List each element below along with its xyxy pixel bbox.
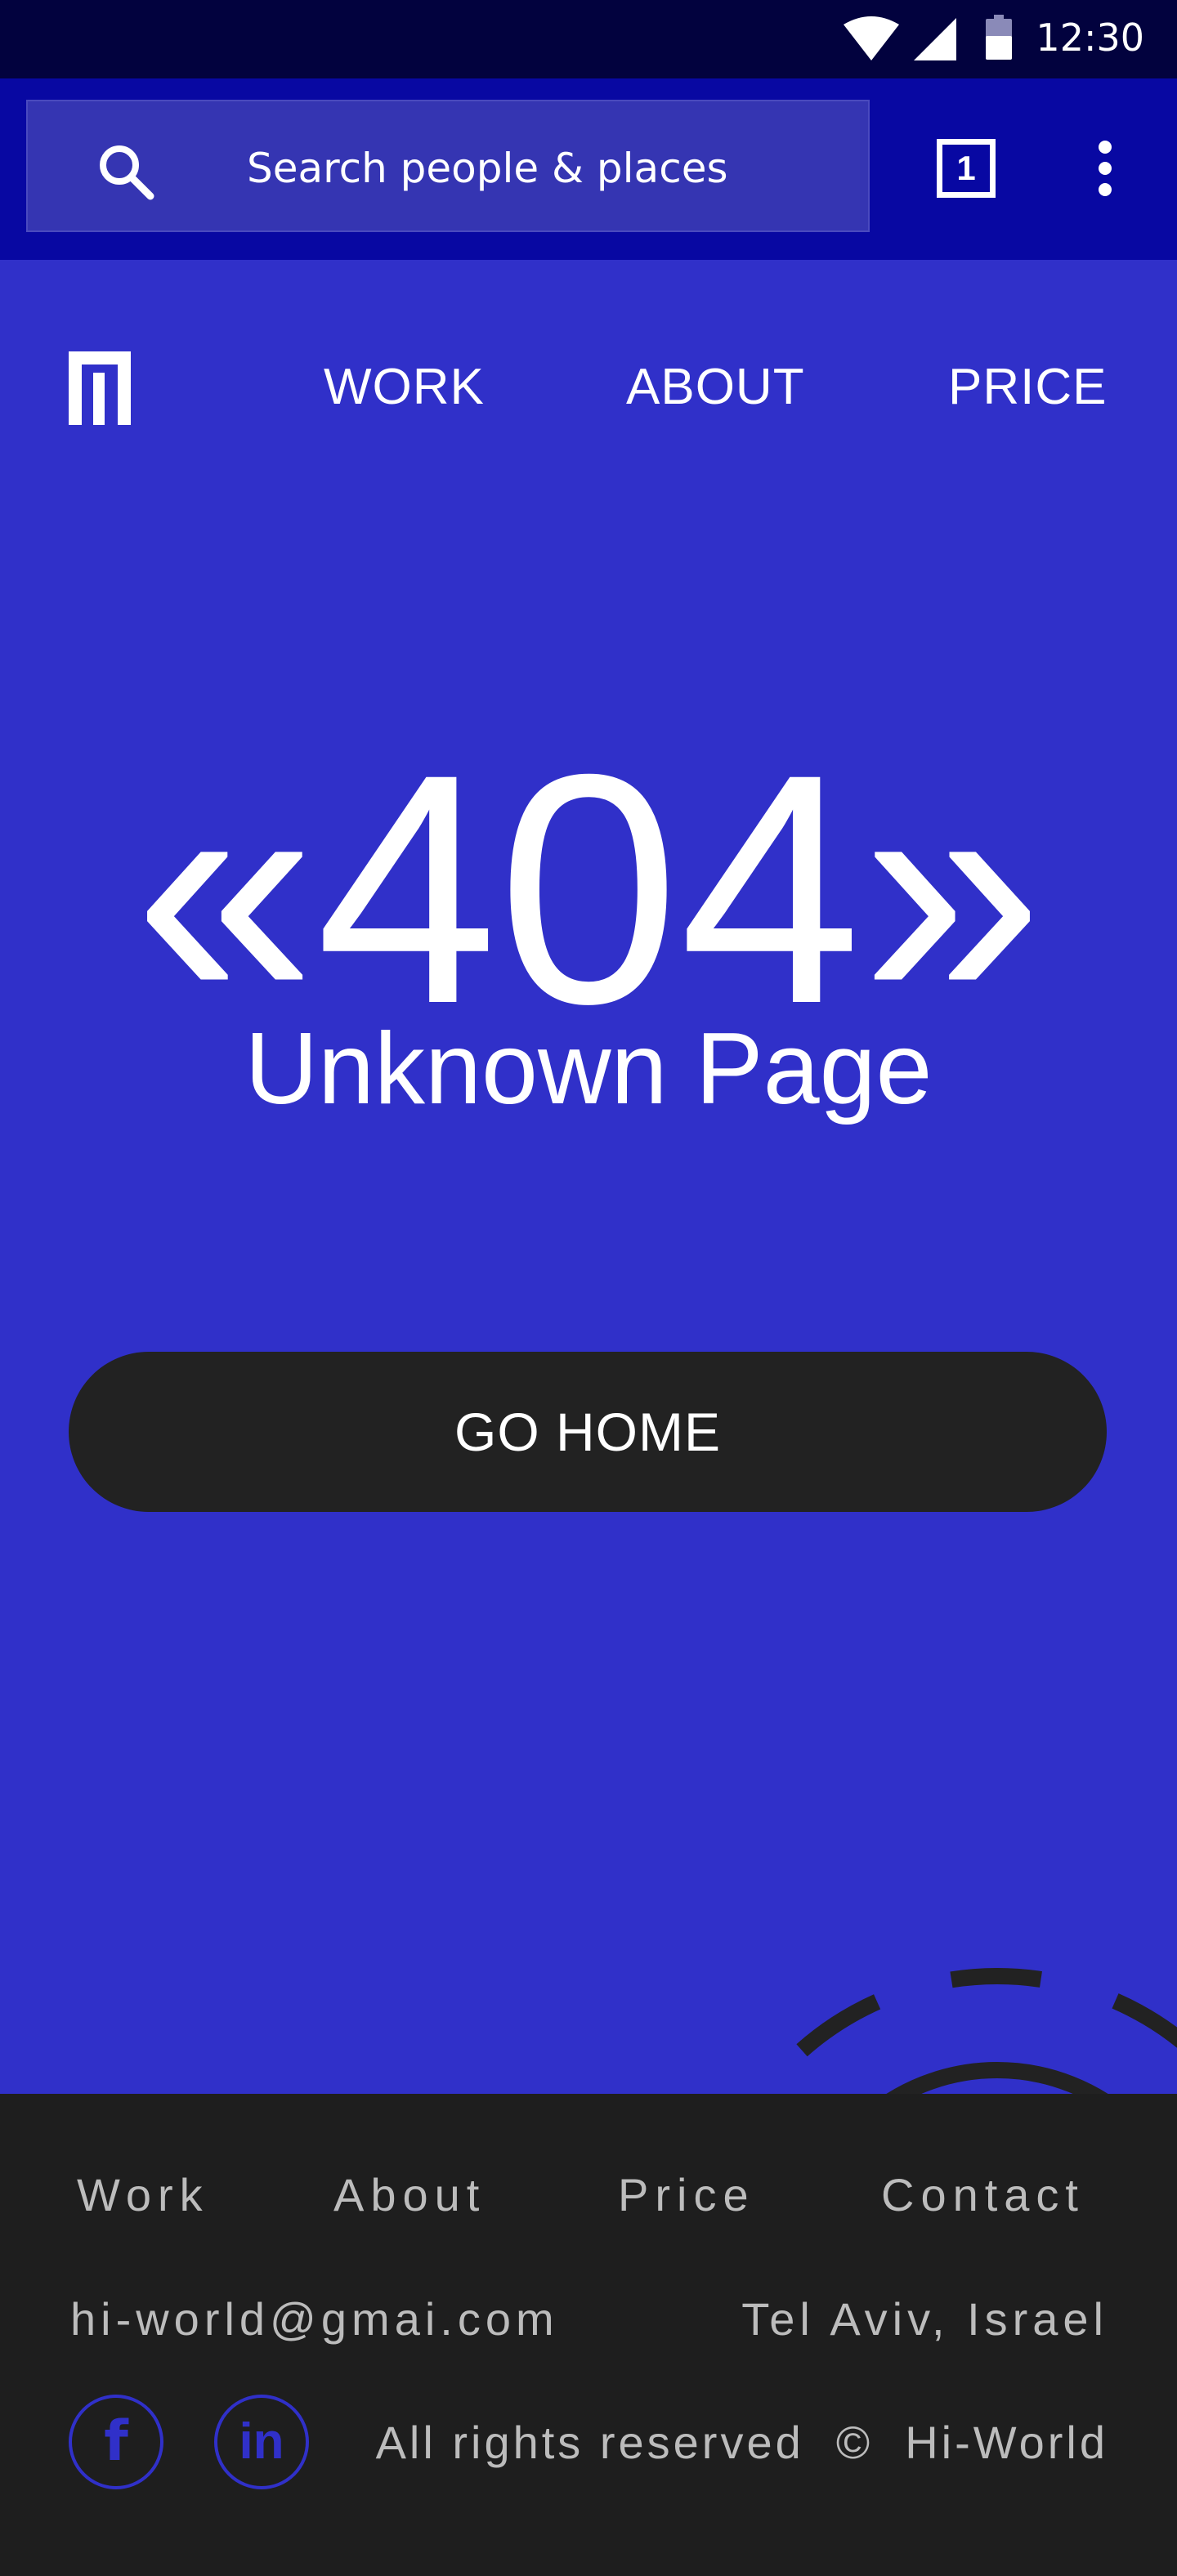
tabs-icon[interactable]: 1 [937,139,996,198]
search-bar[interactable]: Search people & places [26,100,870,232]
nav-price[interactable]: PRICE [948,358,1107,417]
browser-app-bar: Search people & places 1 [0,78,1177,260]
footer-location: Tel Aviv, Israel [741,2293,1108,2345]
facebook-label: f [104,2409,128,2474]
battery-icon [986,15,1012,60]
site-logo-icon[interactable] [69,351,131,425]
footer-link-contact[interactable]: Contact [881,2169,1085,2221]
status-time: 12:30 [1036,16,1144,60]
large-gear-icon [751,1968,1177,2094]
footer-copyright: All rights reserved © Hi-World [375,2417,1108,2468]
footer-link-work[interactable]: Work [77,2169,209,2221]
error-message: Unknown Page [244,1013,933,1125]
linkedin-icon[interactable]: in [214,2395,309,2489]
tab-count: 1 [956,149,976,187]
error-code: «404» [133,706,1044,1071]
go-home-button[interactable]: GO HOME [69,1352,1107,1512]
status-bar: 12:30 [0,0,1177,78]
gears-illustration [751,1968,1177,2094]
cellular-signal-icon [914,18,956,60]
wifi-icon [844,16,899,60]
nav-about[interactable]: ABOUT [626,358,805,417]
linkedin-label: in [239,2413,284,2470]
footer: Work About Price Contact hi-world@gmai.c… [0,2094,1177,2576]
hero-section: WORK ABOUT PRICE «404» Unknown Page GO H… [0,260,1177,2094]
search-icon[interactable] [96,142,155,201]
search-placeholder: Search people & places [247,145,728,192]
footer-email[interactable]: hi-world@gmai.com [70,2293,559,2346]
footer-link-about[interactable]: About [333,2169,486,2221]
overflow-menu-icon[interactable] [1095,139,1115,198]
facebook-icon[interactable]: f [69,2395,163,2489]
footer-link-price[interactable]: Price [618,2169,755,2221]
nav-work[interactable]: WORK [324,358,485,417]
